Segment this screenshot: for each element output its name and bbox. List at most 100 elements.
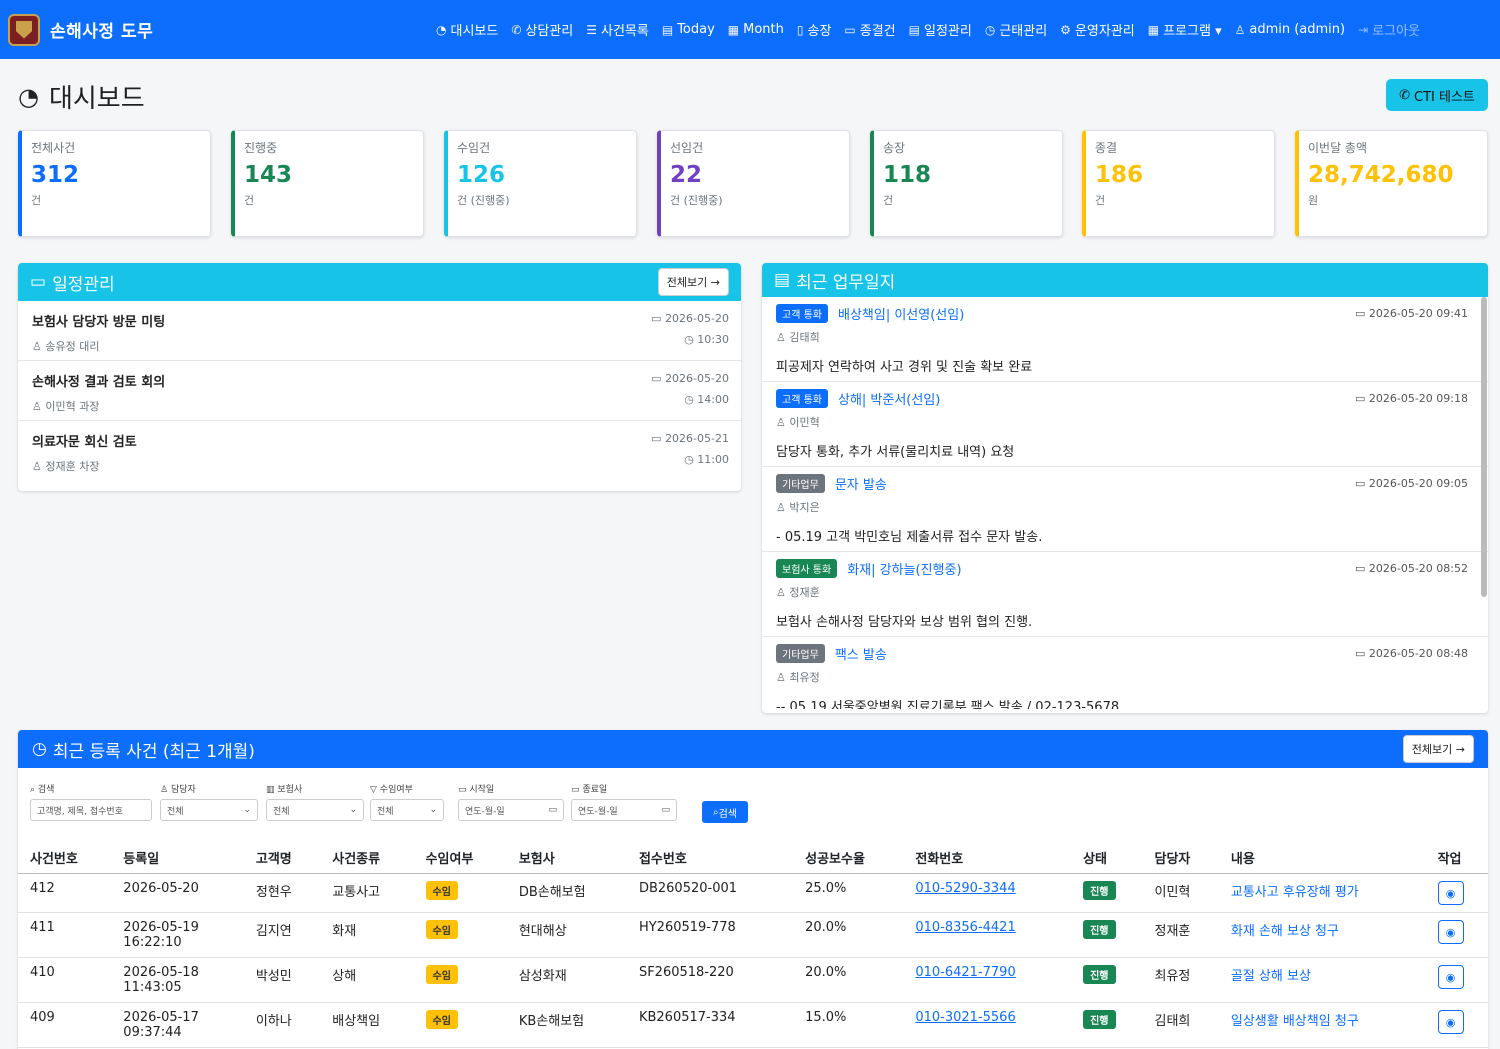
- calendar-icon: ▭: [30, 272, 47, 292]
- nav-link-3[interactable]: ▤ Today: [662, 22, 715, 37]
- stat-card[interactable]: 선임건 22 건 (진행중): [657, 130, 850, 237]
- schedule-item[interactable]: 손해사정 결과 검토 회의 ♙ 이민혁 과장 ▭ 2026-05-20 ◷ 14:00: [18, 361, 741, 421]
- calendar-icon: ▭: [661, 805, 670, 815]
- calendar-icon: ▭: [458, 785, 470, 795]
- stat-value: 126: [457, 162, 506, 188]
- worklog-case-link[interactable]: 팩스 발송: [835, 644, 887, 663]
- case-content-link[interactable]: 골절 상해 보상: [1231, 969, 1311, 984]
- nav-link-9[interactable]: ⚙ 운영자관리: [1060, 20, 1135, 40]
- column-header[interactable]: 내용: [1218, 840, 1426, 874]
- phone-link[interactable]: 010-3021-5566: [915, 1010, 1015, 1025]
- nav-link-0[interactable]: ◔ 대시보드: [436, 20, 498, 40]
- worklog-case-link[interactable]: 문자 발송: [835, 474, 887, 493]
- manager-select[interactable]: 전체 ⌄: [160, 799, 258, 821]
- worklog-scroll-area[interactable]: 고객 통화 배상책임| 이선영(선임) ♙ 김태희 피공제자 연락하여 사고 경위 및…: [762, 297, 1488, 709]
- case-status-cell: 진행: [1071, 912, 1143, 958]
- clock-icon: ◷: [984, 22, 996, 37]
- nav-link-10[interactable]: ▦ 프로그램 ▾: [1148, 20, 1222, 40]
- stat-label: 선임건: [670, 141, 704, 155]
- phone-link[interactable]: 010-6421-7790: [915, 965, 1015, 980]
- search-button[interactable]: ⌕ 검색: [702, 801, 748, 823]
- column-header[interactable]: 보험사: [506, 840, 627, 874]
- case-content-link[interactable]: 화재 손해 보상 청구: [1231, 924, 1339, 939]
- user-icon: ♙: [776, 416, 790, 429]
- column-header[interactable]: 담당자: [1142, 840, 1219, 874]
- brand[interactable]: 손해사정 도무: [8, 13, 428, 46]
- end-date-input[interactable]: 연도-월-일 ▭: [571, 799, 677, 821]
- worklog-date-text: 2026-05-20 09:18: [1368, 392, 1468, 405]
- phone-link[interactable]: 010-8356-4421: [915, 920, 1015, 935]
- table-row[interactable]: 412 2026-05-20 정현우 교통사고 수임 DB손해보험 DB260520-001…: [18, 873, 1488, 913]
- worklog-case-link[interactable]: 화재| 강하늘(진행중): [847, 559, 961, 578]
- stat-card[interactable]: 이번달 총액 28,742,680 원: [1295, 130, 1488, 237]
- cti-test-button[interactable]: ✆ CTI 테스트: [1386, 79, 1488, 111]
- insurer-select[interactable]: 전체 ⌄: [266, 799, 364, 821]
- schedule-item-time: ◷ 14:00: [684, 393, 729, 406]
- schedule-item-person: ♙ 이민혁 과장: [32, 398, 727, 414]
- schedule-person-name: 송유정 대리: [45, 340, 100, 353]
- stat-card[interactable]: 송장 118 건: [870, 130, 1063, 237]
- column-header[interactable]: 작업: [1425, 840, 1488, 874]
- nav-link-6[interactable]: ▭ 종결건: [844, 20, 895, 40]
- stat-unit: 건 (진행중): [670, 194, 723, 207]
- schedule-person-name: 정재훈 차장: [45, 460, 100, 473]
- column-header[interactable]: 사건번호: [18, 840, 112, 874]
- nav-link-8[interactable]: ◷ 근태관리: [984, 20, 1048, 40]
- nav-link-2[interactable]: ☰ 사건목록: [586, 20, 649, 40]
- cases-view-all-button[interactable]: 전체보기 →: [1402, 735, 1474, 763]
- stat-card[interactable]: 종결 186 건: [1082, 130, 1275, 237]
- phone-link[interactable]: 010-5290-3344: [915, 881, 1015, 896]
- nav-link-label: 근태관리: [999, 24, 1048, 39]
- nav-link-7[interactable]: ▤ 일정관리: [909, 20, 972, 40]
- view-case-button[interactable]: ◉: [1437, 881, 1464, 905]
- case-date-day: 2026-05-18: [123, 965, 199, 980]
- column-header[interactable]: 전화번호: [903, 840, 1072, 874]
- schedule-item[interactable]: 의료자문 회신 검토 ♙ 정재훈 차장 ▭ 2026-05-21 ◷ 11:00: [18, 421, 741, 481]
- schedule-item[interactable]: 보험사 담당자 방문 미팅 ♙ 송유정 대리 ▭ 2026-05-20 ◷ 10:30: [18, 301, 741, 361]
- journal-icon: ▤: [774, 270, 791, 290]
- table-row[interactable]: 411 2026-05-19 16:22:10 김지연 화재 수임 현대해상 HY260519…: [18, 912, 1488, 958]
- stat-unit: 건: [1095, 194, 1106, 207]
- schedule-view-all-button[interactable]: 전체보기 →: [657, 268, 729, 296]
- start-date-input[interactable]: 연도-월-일 ▭: [458, 799, 564, 821]
- view-case-button[interactable]: ◉: [1437, 920, 1464, 944]
- worklog-case-link[interactable]: 배상책임| 이선영(선임): [838, 304, 964, 323]
- status-badge: 진행: [1083, 881, 1116, 900]
- worklog-panel-header: ▤ 최근 업무일지: [762, 263, 1488, 297]
- nav-link-11[interactable]: ♙ admin (admin): [1235, 22, 1346, 37]
- worklog-case-link[interactable]: 상해| 박준서(선임): [838, 389, 940, 408]
- column-header[interactable]: 고객명: [243, 840, 321, 874]
- worklog-scrollbar[interactable]: [1481, 297, 1487, 597]
- nav-link-12[interactable]: ⇥ 로그아웃: [1358, 20, 1420, 40]
- search-input[interactable]: 고객명, 제목, 접수번호: [30, 799, 152, 821]
- case-number: 410: [18, 957, 112, 1003]
- nav-link-1[interactable]: ✆ 상담관리: [511, 20, 573, 40]
- view-case-button[interactable]: ◉: [1437, 965, 1464, 989]
- start-date-value: 연도-월-일: [465, 806, 505, 817]
- table-row[interactable]: 409 2026-05-17 09:37:44 이하나 배상책임 수임 KB손해보험 KB26…: [18, 1002, 1488, 1048]
- column-header[interactable]: 사건종류: [320, 840, 414, 874]
- column-header[interactable]: 등록일: [111, 840, 244, 874]
- stat-card[interactable]: 수임건 126 건 (진행중): [444, 130, 637, 237]
- case-content-link[interactable]: 일상생활 배상책임 청구: [1231, 1014, 1359, 1029]
- column-header[interactable]: 성공보수율: [793, 840, 904, 874]
- case-content-link[interactable]: 교통사고 후유장해 평가: [1231, 885, 1359, 900]
- column-header[interactable]: 접수번호: [626, 840, 794, 874]
- case-date: 2026-05-18 11:43:05: [111, 957, 244, 1003]
- stat-card[interactable]: 전체사건 312 건: [18, 130, 211, 237]
- schedule-item-title: 손해사정 결과 검토 회의: [32, 375, 166, 390]
- nav-link-5[interactable]: ▯ 송장: [797, 20, 832, 40]
- stat-unit: 건: [883, 194, 894, 207]
- nav-link-4[interactable]: ▦ Month: [728, 22, 784, 37]
- schedule-item-person: ♙ 정재훈 차장: [32, 458, 727, 474]
- case-tel-cell: 010-6421-7790: [903, 957, 1072, 1003]
- stat-card[interactable]: 진행중 143 건: [231, 130, 424, 237]
- column-header[interactable]: 수임여부: [413, 840, 507, 874]
- column-header[interactable]: 상태: [1071, 840, 1143, 874]
- accept-select[interactable]: 전체 ⌄: [370, 799, 444, 821]
- case-insurer: KB손해보험: [506, 1002, 627, 1048]
- table-row[interactable]: 410 2026-05-18 11:43:05 박성민 상해 수임 삼성화재 SF260518…: [18, 957, 1488, 1003]
- chevron-down-icon: ⌄: [243, 805, 251, 815]
- view-case-button[interactable]: ◉: [1437, 1010, 1464, 1034]
- case-content-cell: 일상생활 배상책임 청구: [1218, 1002, 1426, 1048]
